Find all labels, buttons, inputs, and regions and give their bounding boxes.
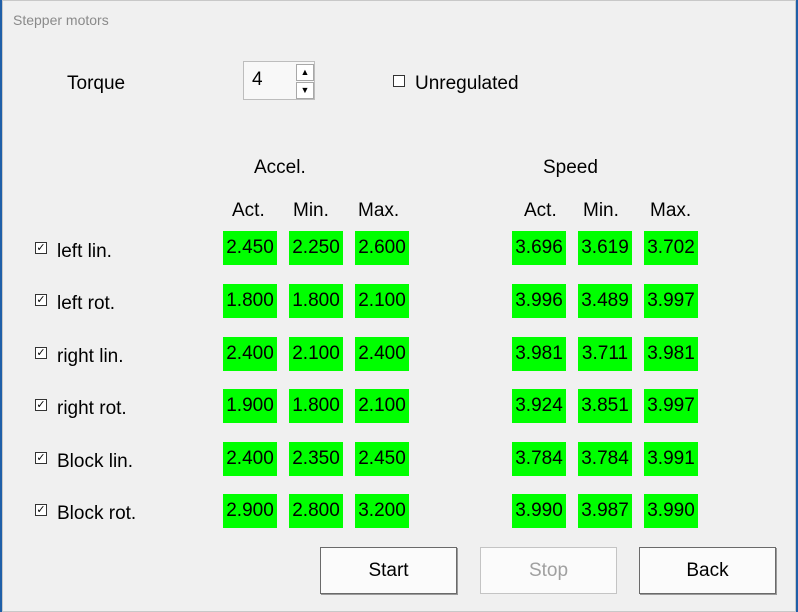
speed-max-cell: 3.990 [644,494,698,528]
accel-min-cell: 1.800 [289,284,343,318]
accel-max-cell: 2.400 [355,337,409,371]
row-label: Block rot. [57,503,137,524]
accel-max-cell: 2.100 [355,389,409,423]
accel-max-cell: 2.450 [355,442,409,476]
back-button[interactable]: Back [639,547,776,594]
accel-act-cell: 1.900 [223,389,277,423]
accel-act-header: Act. [232,200,265,221]
accel-max-cell: 2.100 [355,284,409,318]
window-title: Stepper motors [13,12,109,28]
block-lin-checkbox[interactable]: ✓ [35,452,47,464]
speed-max-cell: 3.981 [644,337,698,371]
start-button[interactable]: Start [320,547,457,594]
left-rot-checkbox[interactable]: ✓ [35,294,47,306]
torque-down-arrow-icon[interactable]: ▼ [296,82,314,99]
right-rot-checkbox[interactable]: ✓ [35,399,47,411]
accel-min-cell: 2.100 [289,337,343,371]
left-lin-checkbox[interactable]: ✓ [35,242,47,254]
accel-max-cell: 2.600 [355,231,409,265]
stop-button[interactable]: Stop [480,547,617,594]
torque-spinbox[interactable]: 4 ▲ ▼ [243,61,315,100]
speed-min-cell: 3.987 [578,494,632,528]
speed-max-cell: 3.991 [644,442,698,476]
speed-act-header: Act. [524,200,557,221]
speed-min-header: Min. [583,200,619,221]
speed-act-cell: 3.996 [512,284,566,318]
speed-act-cell: 3.784 [512,442,566,476]
accel-group-header: Accel. [254,157,306,178]
accel-max-header: Max. [358,200,400,221]
speed-min-cell: 3.489 [578,284,632,318]
row-label: left lin. [57,241,112,262]
accel-act-cell: 2.450 [223,231,277,265]
accel-min-header: Min. [293,200,329,221]
row-label: right rot. [57,398,127,419]
speed-act-cell: 3.924 [512,389,566,423]
torque-up-arrow-icon[interactable]: ▲ [296,64,314,81]
speed-act-cell: 3.981 [512,337,566,371]
speed-min-cell: 3.851 [578,389,632,423]
unregulated-label: Unregulated [415,73,519,94]
speed-act-cell: 3.696 [512,231,566,265]
speed-max-cell: 3.997 [644,284,698,318]
row-label: Block lin. [57,451,134,472]
block-rot-checkbox[interactable]: ✓ [35,504,47,516]
speed-max-header: Max. [650,200,692,221]
torque-value[interactable]: 4 [252,69,263,91]
right-lin-checkbox[interactable]: ✓ [35,347,47,359]
row-label: left rot. [57,293,116,314]
accel-act-cell: 2.400 [223,337,277,371]
accel-min-cell: 1.800 [289,389,343,423]
row-label: right lin. [57,346,124,367]
accel-max-cell: 3.200 [355,494,409,528]
accel-min-cell: 2.800 [289,494,343,528]
accel-act-cell: 2.900 [223,494,277,528]
accel-act-cell: 2.400 [223,442,277,476]
speed-max-cell: 3.702 [644,231,698,265]
speed-min-cell: 3.619 [578,231,632,265]
accel-act-cell: 1.800 [223,284,277,318]
title-bar[interactable]: Stepper motors [3,1,795,39]
accel-min-cell: 2.350 [289,442,343,476]
accel-min-cell: 2.250 [289,231,343,265]
speed-act-cell: 3.990 [512,494,566,528]
speed-min-cell: 3.711 [578,337,632,371]
stepper-motors-window: Stepper motors Torque 4 ▲ ▼ ✓ Unregulate… [2,0,796,612]
speed-min-cell: 3.784 [578,442,632,476]
speed-max-cell: 3.997 [644,389,698,423]
unregulated-checkbox[interactable]: ✓ [393,75,405,87]
torque-label: Torque [67,73,126,94]
speed-group-header: Speed [543,157,598,178]
